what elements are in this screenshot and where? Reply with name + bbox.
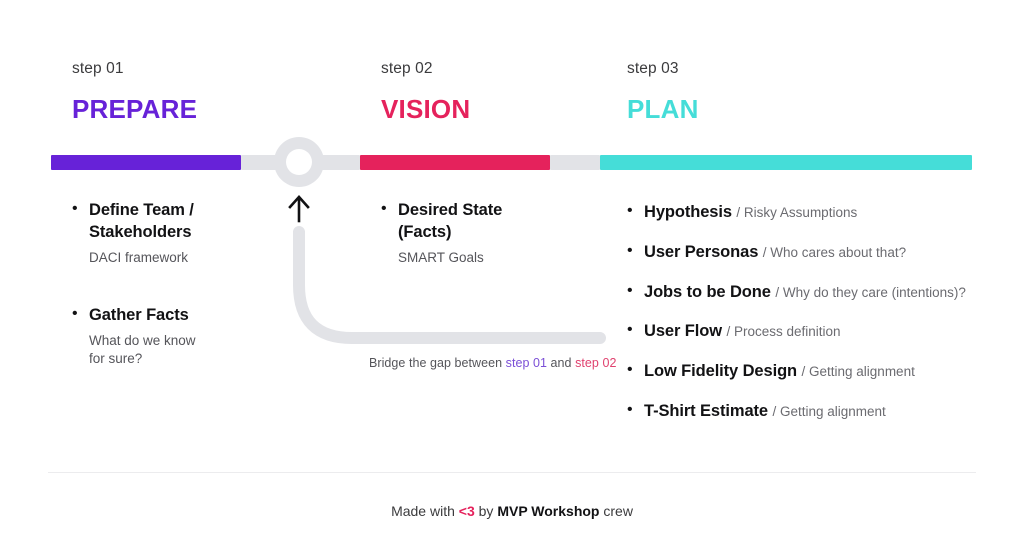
bullet-title-line2: Stakeholders xyxy=(89,222,192,241)
footer-credit: Made with <3 by MVP Workshop crew xyxy=(0,503,1024,519)
bullet-note: / Who cares about that? xyxy=(762,244,907,260)
timeline-gap-vision-plan xyxy=(550,155,600,170)
bullet-title: Gather Facts xyxy=(89,305,189,324)
bullet-title: Jobs to be Done xyxy=(644,282,771,301)
bullet-subtitle: What do we know xyxy=(89,332,196,348)
step-title-02: VISION xyxy=(381,94,471,124)
infographic-canvas: step 01 PREPARE step 02 VISION step 03 P… xyxy=(0,0,1024,550)
footer-after: crew xyxy=(599,503,633,519)
list-item: Jobs to be Done / Why do they care (inte… xyxy=(627,281,1007,304)
bullet-title: User Flow xyxy=(644,322,722,341)
footer-before: Made with xyxy=(391,503,459,519)
step-title-01: PREPARE xyxy=(72,94,198,124)
bridge-caption-middle: and xyxy=(547,356,576,370)
bullet-title: Desired State xyxy=(398,201,503,219)
bullet-title: T-Shirt Estimate xyxy=(644,401,769,420)
list-item: Desired State (Facts) SMART Goals xyxy=(381,199,561,267)
list-item: User Flow / Process definition xyxy=(627,320,1007,343)
list-item: Hypothesis / Risky Assumptions xyxy=(627,201,1007,224)
list-item: Define Team / Stakeholders DACI framewor… xyxy=(72,199,247,267)
timeline-segment-prepare xyxy=(51,155,241,170)
list-item: Low Fidelity Design / Getting alignment xyxy=(627,360,1007,383)
bridge-caption-before: Bridge the gap between xyxy=(369,356,506,370)
bullet-title: Define Team / xyxy=(89,201,194,219)
bullet-title-line2: (Facts) xyxy=(398,222,452,241)
timeline-segment-plan xyxy=(600,155,972,170)
bridge-caption-step02: step 02 xyxy=(575,356,617,370)
footer-brand: MVP Workshop xyxy=(497,503,600,519)
step-header-03: step 03 PLAN xyxy=(627,60,699,125)
bridge-caption: Bridge the gap between step 01 and step … xyxy=(369,356,616,370)
list-item: Gather Facts What do we know for sure? xyxy=(72,304,247,368)
bullet-title: Low Fidelity Design xyxy=(644,362,798,381)
bullet-subtitle-line2: for sure? xyxy=(89,350,143,366)
footer-middle: by xyxy=(474,503,498,519)
timeline-segment-vision xyxy=(360,155,550,170)
step-label-01: step 01 xyxy=(72,60,124,77)
footer-divider xyxy=(48,472,976,473)
bullet-note: / Why do they care (intentions)? xyxy=(775,284,966,300)
bullet-title: User Personas xyxy=(644,242,759,261)
step-header-01: step 01 PREPARE xyxy=(72,60,197,125)
list-item: User Personas / Who cares about that? xyxy=(627,241,1007,264)
timeline-gap-right xyxy=(314,155,360,170)
heart-icon: <3 xyxy=(458,503,475,519)
bridge-caption-step01: step 01 xyxy=(505,356,548,370)
step-label-03: step 03 xyxy=(627,60,679,77)
step-title-03: PLAN xyxy=(627,94,699,124)
bullet-list-vision: Desired State (Facts) SMART Goals xyxy=(381,199,561,267)
step-label-02: step 02 xyxy=(381,60,433,77)
step-header-02: step 02 VISION xyxy=(381,60,470,125)
bullet-list-plan: Hypothesis / Risky Assumptions User Pers… xyxy=(627,201,1007,423)
bullet-list-prepare: Define Team / Stakeholders DACI framewor… xyxy=(72,199,247,368)
bullet-note: / Getting alignment xyxy=(801,364,915,380)
bullet-subtitle: SMART Goals xyxy=(398,249,484,265)
bullet-title: Hypothesis xyxy=(644,203,732,221)
bullet-subtitle: DACI framework xyxy=(89,249,189,265)
bullet-note: / Risky Assumptions xyxy=(736,205,858,220)
list-item: T-Shirt Estimate / Getting alignment xyxy=(627,400,1007,423)
bullet-note: / Process definition xyxy=(726,324,841,340)
bullet-note: / Getting alignment xyxy=(772,403,886,419)
